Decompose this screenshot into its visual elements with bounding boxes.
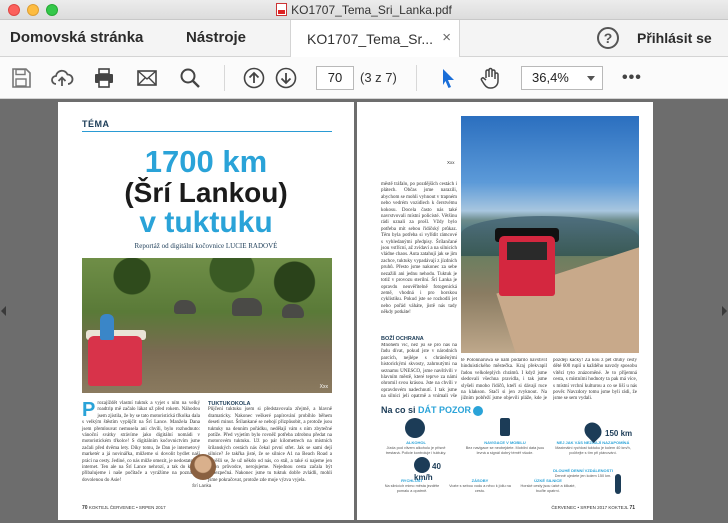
zoom-value: 36,4% <box>532 70 569 85</box>
tab-tools[interactable]: Nástroje <box>186 29 246 46</box>
photo-elephant <box>174 300 196 314</box>
toolbar-separator <box>416 65 417 91</box>
section-label: TÉMA <box>82 119 110 129</box>
more-options-icon[interactable]: ••• <box>622 69 642 87</box>
article-text: Půjčení tuktuku jsem si představovala zř… <box>208 407 332 483</box>
phone-icon <box>500 418 510 436</box>
byline: Reportáž od digitální kočovnice LUCIE RA… <box>134 242 278 250</box>
document-tab-label: KO1707_Tema_Sr... <box>307 31 434 47</box>
info-text: Jízda pod vlivem alkoholu je přísně tres… <box>385 446 447 455</box>
pdf-page-left: TÉMA 1700 km (Šrí Lankou) v tuktuku Repo… <box>58 102 354 520</box>
photo-elephant <box>232 298 262 316</box>
info-text: Horské cesty jsou úzké a klikaté, buďte … <box>520 484 576 493</box>
info-text: Denně ujedete jen kolem 150 km. <box>554 474 612 478</box>
pdf-page-right: Xxx městě tráfalo, po pozdějších cestách… <box>357 102 653 520</box>
footer-page-number: 70 <box>82 505 88 511</box>
article-column-2: Mnohem víc, než jsi se pro nás na řadu d… <box>381 343 457 399</box>
tab-home[interactable]: Domovská stránka <box>10 29 143 46</box>
section-divider <box>82 131 332 132</box>
mail-icon[interactable] <box>135 66 159 90</box>
distance-badge: 150 km <box>580 418 632 444</box>
close-icon[interactable]: × <box>442 29 451 46</box>
footer-text: KOKTEJL ČERVENEC • SRPEN 2017 <box>88 505 166 510</box>
save-icon[interactable] <box>9 66 33 90</box>
page-down-icon[interactable] <box>274 66 298 90</box>
thermometer-icon <box>615 474 621 494</box>
article-text: rozajíždět vlastní tuktuk a vyjet s ním … <box>82 401 200 483</box>
right-panel-toggle-icon[interactable] <box>722 306 727 316</box>
toolbar-separator <box>224 65 225 91</box>
info-label: ALKOHOL <box>406 440 426 445</box>
speedometer-icon <box>414 457 430 473</box>
photo-caption: Xxx <box>319 384 328 390</box>
article-column-2: TUKTUKOKOLA Půjčení tuktuku jsem si před… <box>208 401 332 484</box>
page-footer: 70 KOKTEJL ČERVENEC • SRPEN 2017 <box>82 505 166 511</box>
photo-elephant <box>282 304 304 318</box>
tab-document[interactable]: KO1707_Tema_Sr... × <box>290 20 460 57</box>
article-photo-tuktuk-elephants: Xxx <box>82 258 332 393</box>
toolbar: 70 (3 z 7) 36,4% ••• <box>0 57 728 99</box>
footer-page-number: 71 <box>629 505 635 511</box>
select-pointer-icon[interactable] <box>436 66 460 90</box>
author-avatar <box>190 454 216 480</box>
photo-caption: Xxx <box>447 160 455 165</box>
print-icon[interactable] <box>92 66 116 90</box>
article-photo-tuktuk-mountains <box>461 116 639 353</box>
tab-bar: Domovská stránka Nástroje KO1707_Tema_Sr… <box>0 20 728 57</box>
upload-icon[interactable] <box>50 66 74 90</box>
hand-icon[interactable] <box>478 66 502 90</box>
search-icon[interactable] <box>178 66 202 90</box>
article-column-1: Prozajíždět vlastní tuktuk a vyjet s ním… <box>82 399 200 484</box>
headline-line-2: (Šrí Lankou) <box>124 177 288 208</box>
info-label: ZÁSOBY <box>471 478 489 483</box>
photo-tuktuk <box>88 336 142 386</box>
chevron-down-icon <box>587 76 595 81</box>
dropcap: P <box>82 399 96 421</box>
document-viewer[interactable]: TÉMA 1700 km (Šrí Lankou) v tuktuku Repo… <box>0 100 728 523</box>
info-text: Vozte s sebou vodu a něco k jídlu na ces… <box>449 484 511 493</box>
page-up-icon[interactable] <box>242 66 266 90</box>
page-number-input[interactable]: 70 <box>316 66 354 90</box>
headline-line-1: 1700 km <box>144 144 268 179</box>
photo-tuktuk-window <box>507 242 547 260</box>
infobox-title: Na co si DÁT POZOR? <box>381 405 484 416</box>
zoom-select[interactable]: 36,4% <box>521 66 603 90</box>
article-column-3: tě Polonnaruwa se nám podařilo navštívit… <box>461 358 547 402</box>
page-footer: ČERVENEC • SRPEN 2017 KOKTEJL 71 <box>551 505 635 511</box>
headline-line-3: v tuktuku <box>139 206 273 239</box>
author-caption: Šrí Lanka <box>192 483 212 488</box>
article-column-4: pozdějí kačky! Za kou z pět druhy cesty … <box>553 358 637 402</box>
subheading: BOŽÍ OCHRANA <box>381 336 424 342</box>
photo-person <box>100 314 114 340</box>
info-label: NAVIGACE V MOBILU <box>484 440 526 445</box>
info-label: DLOUHÉ DENNÍ VZDÁLENOSTI <box>553 468 613 473</box>
info-label: RYCHLOST <box>401 478 423 483</box>
sign-in-button[interactable]: Přihlásit se <box>637 30 712 46</box>
left-panel-toggle-icon[interactable] <box>1 306 6 316</box>
info-text: Maximální rychlost tuktuku je kolem 40 k… <box>555 446 631 455</box>
window-titlebar: KO1707_Tema_Sri_Lanka.pdf <box>0 0 728 20</box>
info-text: Na silnicích mimo města jezděte pomalu a… <box>384 484 440 493</box>
page-count: (3 z 7) <box>360 70 397 85</box>
help-icon[interactable]: ? <box>597 27 619 49</box>
location-pin-icon <box>580 418 606 444</box>
pdf-file-icon <box>276 3 288 16</box>
window-title: KO1707_Tema_Sri_Lanka.pdf <box>0 3 728 17</box>
footer-text: ČERVENEC • SRPEN 2017 KOKTEJL <box>551 505 629 510</box>
article-column-1: městě tráfalo, po pozdějších cestách i p… <box>381 182 457 316</box>
speed-badge: 40 km/h <box>414 457 460 482</box>
alcohol-icon <box>405 418 425 438</box>
info-text: Bez navigace se neobejdete. Mobilní data… <box>465 446 545 455</box>
